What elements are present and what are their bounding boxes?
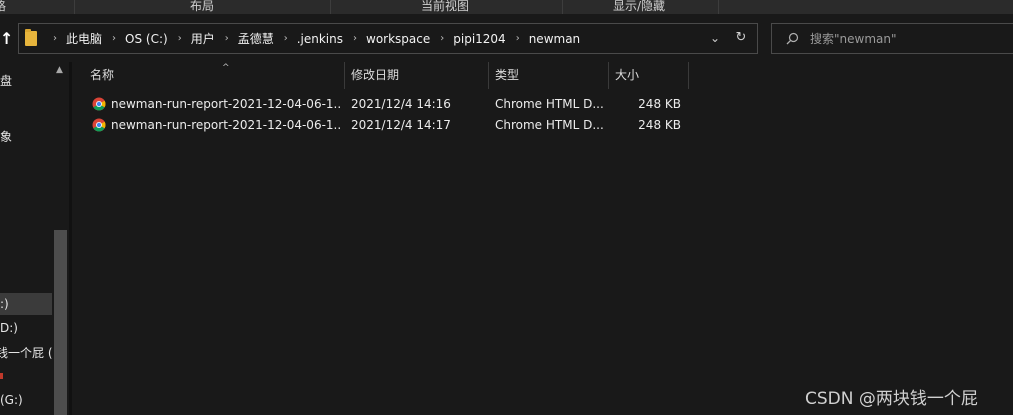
navigation-bar: ↑ › 此电脑 › OS (C:) › 用户 › 孟德慧 › .jenkins › workspace… xyxy=(0,14,1013,62)
nav-item[interactable]: D:) xyxy=(0,317,52,339)
breadcrumb-item[interactable]: pipi1204 xyxy=(453,32,505,46)
column-header-label: 修改日期 xyxy=(351,68,400,82)
breadcrumb-item[interactable]: 用户 xyxy=(191,30,215,47)
nav-item-label: 盘 xyxy=(0,74,13,88)
chrome-icon xyxy=(92,118,106,132)
breadcrumb-item[interactable]: 孟德慧 xyxy=(238,30,274,47)
nav-item-selected[interactable]: :) xyxy=(0,293,52,315)
breadcrumb-item[interactable]: 此电脑 xyxy=(66,30,102,47)
ribbon-divider xyxy=(718,0,719,14)
nav-item[interactable] xyxy=(0,365,52,387)
breadcrumb-item[interactable]: .jenkins xyxy=(297,32,343,46)
ribbon-divider xyxy=(74,0,75,14)
table-row[interactable]: newman-run-report-2021-12-04-06-1... 202… xyxy=(88,94,688,115)
breadcrumb-separator-icon[interactable]: › xyxy=(225,33,229,44)
file-list: 名称 ^ 修改日期 类型 大小 newman-run-report-2021-1… xyxy=(72,62,1013,415)
breadcrumb-separator-icon[interactable]: › xyxy=(516,33,520,44)
file-modified: 2021/12/4 14:16 xyxy=(351,97,451,111)
breadcrumb-item[interactable]: newman xyxy=(529,32,580,46)
nav-item[interactable]: 钱一个屁 (E xyxy=(0,342,52,364)
nav-item-label: (G:) xyxy=(0,393,23,407)
chevron-down-icon[interactable]: ⌄ xyxy=(707,30,723,46)
watermark: CSDN @两块钱一个屁 xyxy=(805,389,978,409)
column-header-label: 大小 xyxy=(615,68,640,82)
file-explorer-window: 格 布局 当前视图 显示/隐藏 ↑ › 此电脑 › OS (C:) › 用户 › 孟德慧 › .j… xyxy=(0,0,1013,415)
folder-icon xyxy=(25,29,37,46)
ribbon-divider xyxy=(330,0,331,14)
nav-item[interactable]: 盘 xyxy=(0,70,52,92)
up-arrow-icon[interactable]: ↑ xyxy=(0,29,14,49)
chrome-icon xyxy=(92,97,106,111)
breadcrumb-separator-icon[interactable]: › xyxy=(53,33,57,44)
nav-item[interactable]: (G:) xyxy=(0,389,52,411)
ribbon-group-label[interactable]: 格 xyxy=(0,0,6,14)
file-size: 248 KB xyxy=(638,118,681,132)
column-header-size[interactable]: 大小 xyxy=(609,62,689,89)
column-header-name[interactable]: 名称 ^ xyxy=(84,62,345,89)
file-modified: 2021/12/4 14:17 xyxy=(351,118,451,132)
ribbon-group-label[interactable]: 当前视图 xyxy=(421,0,469,14)
navigation-pane: 盘 象 :) D:) 钱一个屁 (E (G:) ▲ xyxy=(0,62,69,415)
nav-item[interactable]: 象 xyxy=(0,126,52,148)
nav-scrollbar[interactable]: ▲ xyxy=(52,62,69,415)
sort-ascending-icon: ^ xyxy=(222,63,230,73)
column-header-modified[interactable]: 修改日期 xyxy=(345,62,489,89)
column-header-label: 名称 xyxy=(90,68,115,82)
file-type: Chrome HTML D... xyxy=(495,118,604,132)
file-size: 248 KB xyxy=(638,97,681,111)
breadcrumb-item[interactable]: OS (C:) xyxy=(125,32,168,46)
breadcrumb-separator-icon[interactable]: › xyxy=(112,33,116,44)
column-header-type[interactable]: 类型 xyxy=(489,62,609,89)
breadcrumb-separator-icon[interactable]: › xyxy=(440,33,444,44)
ribbon-group-label[interactable]: 显示/隐藏 xyxy=(613,0,665,14)
refresh-icon[interactable]: ↻ xyxy=(733,30,749,46)
breadcrumb-item[interactable]: workspace xyxy=(366,32,430,46)
search-box[interactable] xyxy=(771,23,1013,54)
nav-item-label: 钱一个屁 (E xyxy=(0,346,52,360)
nav-item-label: D:) xyxy=(0,321,18,335)
ribbon-group-label[interactable]: 布局 xyxy=(190,0,214,14)
breadcrumb: › 此电脑 › OS (C:) › 用户 › 孟德慧 › .jenkins › workspace › p… xyxy=(43,24,580,53)
file-name: newman-run-report-2021-12-04-06-1... xyxy=(111,97,341,111)
breadcrumb-separator-icon[interactable]: › xyxy=(284,33,288,44)
drive-icon xyxy=(0,373,3,379)
scroll-up-icon[interactable]: ▲ xyxy=(56,65,63,75)
nav-item-label: :) xyxy=(0,297,9,311)
search-input[interactable] xyxy=(810,29,1000,48)
file-type: Chrome HTML D... xyxy=(495,97,604,111)
nav-scrollbar-thumb[interactable] xyxy=(54,230,67,415)
address-bar[interactable]: › 此电脑 › OS (C:) › 用户 › 孟德慧 › .jenkins › workspace › p… xyxy=(18,23,758,54)
nav-item-label: 象 xyxy=(0,130,13,144)
ribbon-divider xyxy=(562,0,563,14)
file-name: newman-run-report-2021-12-04-06-1... xyxy=(111,118,341,132)
column-header-label: 类型 xyxy=(495,68,520,82)
table-row[interactable]: newman-run-report-2021-12-04-06-1... 202… xyxy=(88,115,688,136)
ribbon-strip: 格 布局 当前视图 显示/隐藏 xyxy=(0,0,1013,14)
breadcrumb-separator-icon[interactable]: › xyxy=(353,33,357,44)
search-icon xyxy=(786,32,799,45)
breadcrumb-separator-icon[interactable]: › xyxy=(178,33,182,44)
